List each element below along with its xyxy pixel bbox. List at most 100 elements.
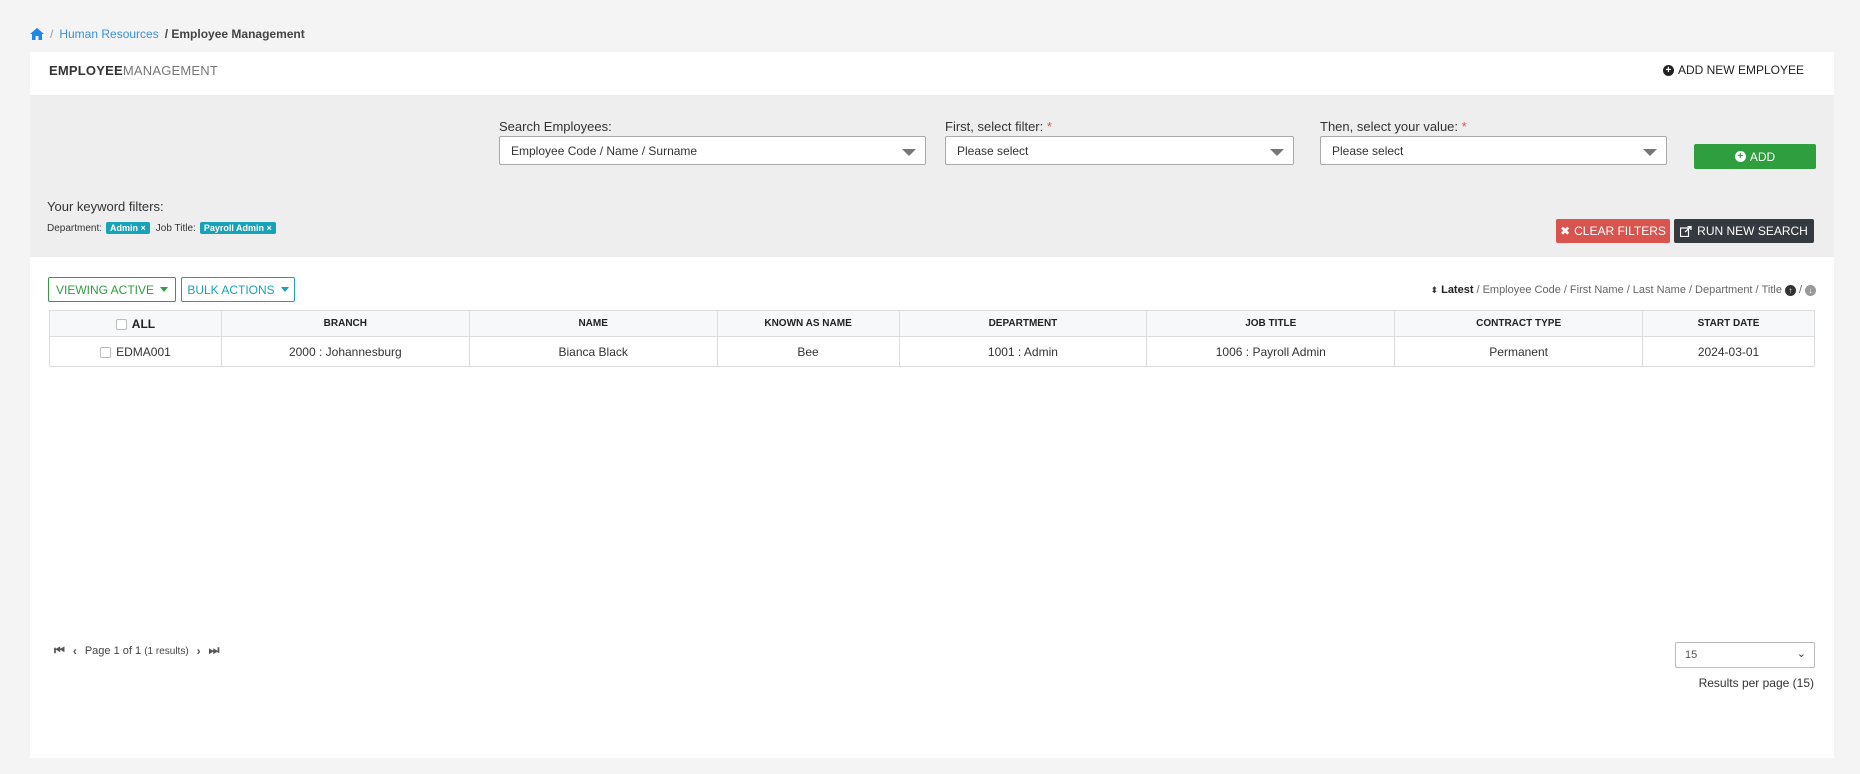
sort-last-name[interactable]: Last Name [1633,284,1686,296]
filter-label: First, select filter: * [945,119,1052,134]
sort-title[interactable]: Title [1762,284,1782,296]
caret-down-icon [902,149,916,156]
sort-separator: / [1563,284,1567,296]
previous-page-icon[interactable]: ‹ [73,644,77,658]
clear-filters-label: CLEAR FILTERS [1574,224,1666,238]
add-new-employee-label: ADD NEW EMPLOYEE [1677,63,1804,77]
results-per-page-select[interactable]: 15 ⌄ [1675,642,1815,668]
clear-filters-button[interactable]: ✖ CLEAR FILTERS [1556,219,1670,243]
caret-down-icon [160,287,168,292]
value-select[interactable]: Please select [1320,136,1667,165]
breadcrumb-current: / Employee Management [164,27,305,41]
breadcrumb-separator: / [50,27,54,41]
sort-bar: ⬍ Latest / Employee Code / First Name / … [1431,284,1816,296]
search-panel: Search Employees: Employee Code / Name /… [30,96,1834,257]
select-all-header[interactable]: ALL [49,310,222,337]
breadcrumb-human-resources[interactable]: Human Resources [59,27,158,41]
caret-down-icon [1270,149,1284,156]
sort-icon: ⬍ [1430,284,1439,295]
search-employees-value: Employee Code / Name / Surname [511,144,698,158]
kw-department-tag[interactable]: Admin × [106,222,150,234]
employee-management-card: EMPLOYEEMANAGEMENT + ADD NEW EMPLOYEE Se… [30,52,1834,758]
page-title: EMPLOYEEMANAGEMENT [49,63,218,78]
cell-contract-type: Permanent [1394,336,1644,367]
sort-separator: / [1476,284,1480,296]
page-of: of [122,644,132,657]
next-page-icon[interactable]: › [197,644,201,658]
pagination: ⏮ ‹ Page 1 of 1 (1 results) › ⏭ [54,643,219,658]
employee-table: ALL BRANCH NAME KNOWN AS NAME DEPARTMENT… [49,310,1815,367]
search-employees-select[interactable]: Employee Code / Name / Surname [499,136,926,165]
header-known-as-name[interactable]: KNOWN AS NAME [716,310,900,337]
value-select-value: Please select [1332,144,1404,158]
search-employees-label: Search Employees: [499,119,612,134]
header-job-title[interactable]: JOB TITLE [1146,310,1396,337]
add-filter-label: ADD [1749,149,1776,164]
arrow-down-circle-icon[interactable]: ↓ [1805,284,1816,296]
bulk-actions-label: BULK ACTIONS [187,282,275,297]
run-new-search-button[interactable]: RUN NEW SEARCH [1674,219,1814,243]
keyword-filters-row: Department: Admin × Job Title: Payroll A… [47,222,276,234]
viewing-active-dropdown[interactable]: VIEWING ACTIVE [48,277,176,302]
header-department[interactable]: DEPARTMENT [898,310,1148,337]
select-all-checkbox[interactable] [115,319,127,331]
page-info: Page 1 of 1 (1 results) [85,645,189,657]
header-start-date[interactable]: START DATE [1642,310,1815,337]
value-label-text: Then, select your value: [1320,119,1459,134]
page-title-light: MANAGEMENT [122,63,219,78]
filter-select-value: Please select [957,144,1029,158]
cell-start-date: 2024-03-01 [1642,336,1815,367]
keyword-filters-title: Your keyword filters: [47,199,164,214]
external-link-icon [1680,225,1692,237]
times-icon: ✖ [1560,224,1571,238]
caret-down-icon [280,287,289,292]
sort-department[interactable]: Department [1695,284,1752,296]
row-checkbox[interactable] [100,346,112,358]
cell-employee-code[interactable]: EDMA001 [49,336,222,367]
filter-select[interactable]: Please select [945,136,1294,165]
required-mark: * [1461,119,1467,134]
viewing-active-label: VIEWING ACTIVE [55,282,154,297]
results-per-page-label: Results per page (15) [1698,676,1814,690]
cell-name: Bianca Black [468,336,718,367]
plus-circle-icon: + [1662,64,1674,76]
add-filter-button[interactable]: + ADD [1694,144,1816,169]
employee-code[interactable]: EDMA001 [116,345,171,359]
first-page-icon[interactable]: ⏮ [54,643,65,658]
page-results: (1 results) [144,645,189,657]
cell-known-as-name: Bee [716,336,900,367]
kw-job-title-tag[interactable]: Payroll Admin × [199,222,276,234]
sort-separator: / [1688,284,1693,296]
page-title-bold: EMPLOYEE [49,63,123,78]
sort-latest[interactable]: Latest [1441,284,1473,296]
header-contract-type[interactable]: CONTRACT TYPE [1394,310,1644,337]
table-header-row: ALL BRANCH NAME KNOWN AS NAME DEPARTMENT… [49,310,1815,337]
bulk-actions-dropdown[interactable]: BULK ACTIONS [181,277,295,302]
home-icon[interactable] [30,28,44,40]
cell-department: 1001 : Admin [898,336,1148,367]
sort-employee-code[interactable]: Employee Code [1483,284,1561,296]
page-current: 1 [113,644,120,657]
breadcrumb: / Human Resources / Employee Management [30,27,305,41]
header-all: ALL [131,316,156,331]
run-new-search-label: RUN NEW SEARCH [1697,224,1808,238]
chevron-down-icon: ⌄ [1796,648,1806,660]
table-row[interactable]: EDMA001 2000 : Johannesburg Bianca Black… [49,336,1815,367]
card-header: EMPLOYEEMANAGEMENT + ADD NEW EMPLOYEE [30,52,1834,96]
plus-circle-icon: + [1734,151,1746,162]
sort-separator: / [1798,284,1802,296]
page-word: Page [84,644,111,657]
add-new-employee-button[interactable]: + ADD NEW EMPLOYEE [1662,63,1804,77]
kw-department-label: Department: [47,222,103,234]
cell-job-title: 1006 : Payroll Admin [1146,336,1396,367]
header-name[interactable]: NAME [468,310,718,337]
arrow-up-circle-icon[interactable]: ↑ [1784,284,1796,296]
value-label: Then, select your value: * [1320,119,1467,134]
header-branch[interactable]: BRANCH [220,310,470,337]
sort-first-name[interactable]: First Name [1570,284,1624,296]
last-page-icon[interactable]: ⏭ [209,643,220,658]
page-total: 1 [135,644,142,657]
filter-label-text: First, select filter: [945,119,1044,134]
kw-job-title-label: Job Title: [155,222,196,234]
required-mark: * [1046,119,1052,134]
